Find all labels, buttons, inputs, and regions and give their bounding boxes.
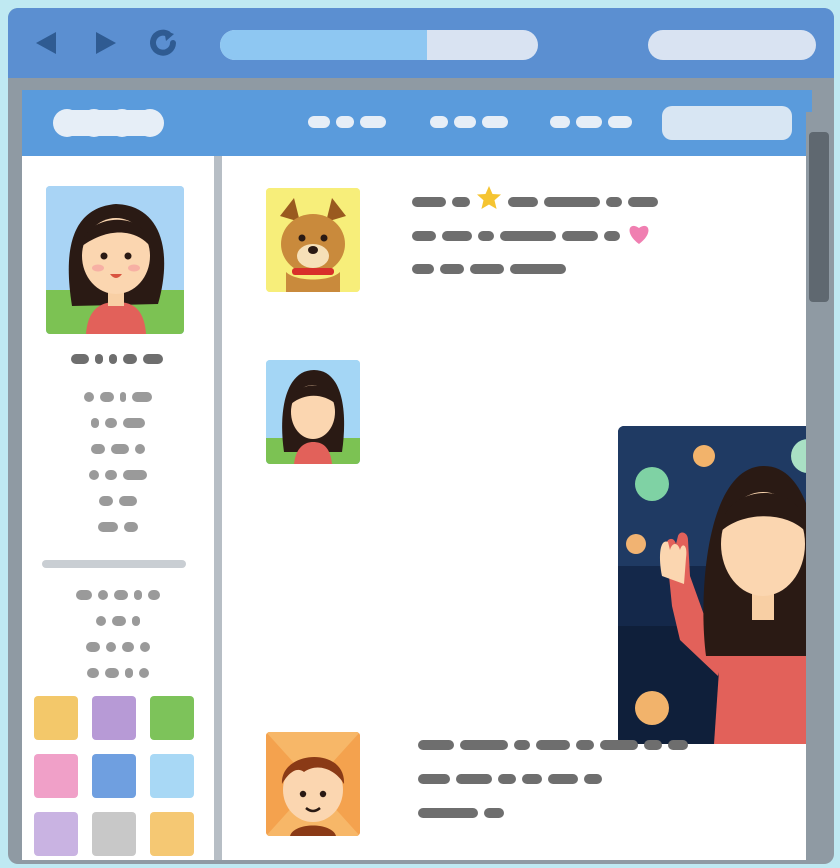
bokeh-light bbox=[635, 691, 669, 725]
nav-link-3[interactable] bbox=[548, 112, 636, 132]
page bbox=[0, 0, 840, 868]
bokeh-light bbox=[693, 445, 715, 467]
site-logo[interactable] bbox=[50, 106, 168, 140]
photo-thumbnail[interactable] bbox=[34, 812, 78, 856]
dog-avatar-icon bbox=[266, 188, 360, 292]
nav-link-2[interactable] bbox=[428, 112, 512, 132]
page-scrollbar[interactable] bbox=[806, 112, 832, 860]
heart-icon bbox=[629, 225, 649, 244]
photo-thumbnail[interactable] bbox=[92, 812, 136, 856]
selfie-photo-icon bbox=[618, 426, 812, 744]
forward-icon[interactable] bbox=[88, 26, 122, 60]
sidebar-links-placeholder[interactable] bbox=[58, 590, 178, 694]
site-header bbox=[22, 90, 812, 156]
page-load-progress bbox=[220, 30, 427, 60]
profile-bio-placeholder bbox=[58, 392, 178, 548]
boy-avatar-icon bbox=[266, 732, 360, 836]
profile-sidebar bbox=[22, 156, 222, 860]
bokeh-light bbox=[626, 534, 646, 554]
woman-avatar-icon bbox=[266, 360, 360, 464]
post-1-text bbox=[412, 186, 752, 290]
star-icon bbox=[477, 186, 501, 209]
browser-toolbar bbox=[8, 8, 834, 78]
post-3-text bbox=[418, 740, 798, 834]
photo-thumbnail[interactable] bbox=[150, 754, 194, 798]
scrollbar-thumb[interactable] bbox=[809, 132, 829, 302]
post-2-avatar[interactable] bbox=[266, 360, 360, 464]
photo-thumbnail[interactable] bbox=[92, 696, 136, 740]
sidebar-divider bbox=[42, 560, 186, 568]
bokeh-light bbox=[635, 467, 669, 501]
header-search-field[interactable] bbox=[662, 106, 792, 140]
reload-icon[interactable] bbox=[146, 26, 180, 60]
nav-link-1[interactable] bbox=[306, 112, 390, 132]
post-2-image[interactable] bbox=[618, 426, 812, 744]
photo-thumbnail[interactable] bbox=[92, 754, 136, 798]
post-feed bbox=[222, 156, 812, 860]
photo-thumbnail[interactable] bbox=[150, 812, 194, 856]
browser-search-field[interactable] bbox=[648, 30, 816, 60]
photo-thumbnail[interactable] bbox=[34, 754, 78, 798]
post-1-avatar[interactable] bbox=[266, 188, 360, 292]
address-bar[interactable] bbox=[220, 30, 538, 60]
woman-portrait-icon bbox=[46, 186, 184, 334]
back-icon[interactable] bbox=[30, 26, 64, 60]
web-page bbox=[22, 90, 812, 860]
photo-thumbnail[interactable] bbox=[150, 696, 194, 740]
profile-photo[interactable] bbox=[46, 186, 184, 334]
post-3-avatar[interactable] bbox=[266, 732, 360, 836]
browser-window bbox=[8, 8, 834, 864]
profile-name-placeholder bbox=[52, 354, 182, 380]
photo-thumbnail[interactable] bbox=[34, 696, 78, 740]
